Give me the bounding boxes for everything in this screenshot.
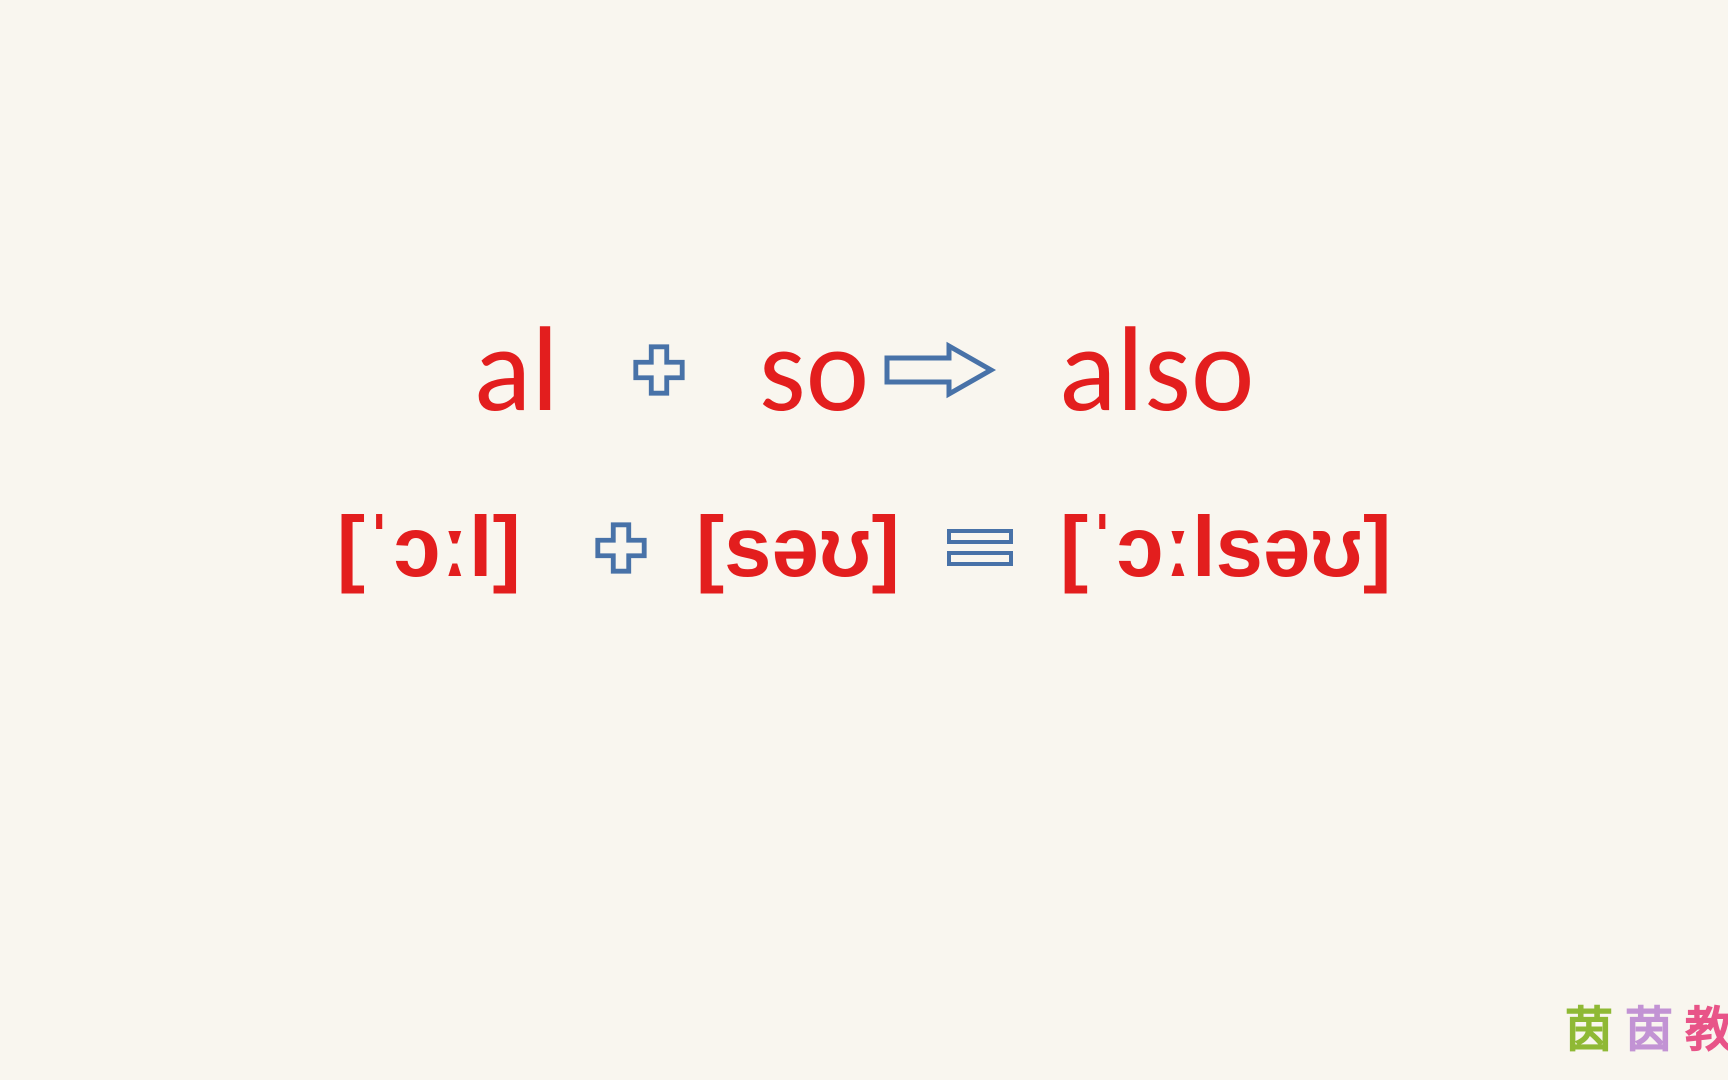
syllable-1: al [474,310,559,430]
word-result: also [1059,310,1254,430]
arrow-right-icon [879,340,999,400]
watermark-char-3: 教 [1685,990,1728,1060]
watermark-logo: 茵 茵 教 [1565,990,1728,1060]
plus-icon [591,518,651,578]
phonetic-breakdown-row: [ˈɔːl] [səʊ] [ˈɔːlsəʊ] [337,505,1392,590]
phonetic-2: [səʊ] [696,505,900,590]
word-breakdown-row: al so also [474,310,1254,430]
equals-icon [945,525,1015,570]
phonetic-1: [ˈɔːl] [337,505,521,590]
phonetic-result: [ˈɔːlsəʊ] [1060,505,1391,590]
watermark-char-1: 茵 [1565,990,1613,1060]
watermark-char-2: 茵 [1625,990,1673,1060]
syllable-2: so [759,310,869,430]
lesson-content: al so also [ˈɔːl] [səʊ] [ˈɔːlsəʊ [0,310,1728,590]
plus-icon [629,340,689,400]
